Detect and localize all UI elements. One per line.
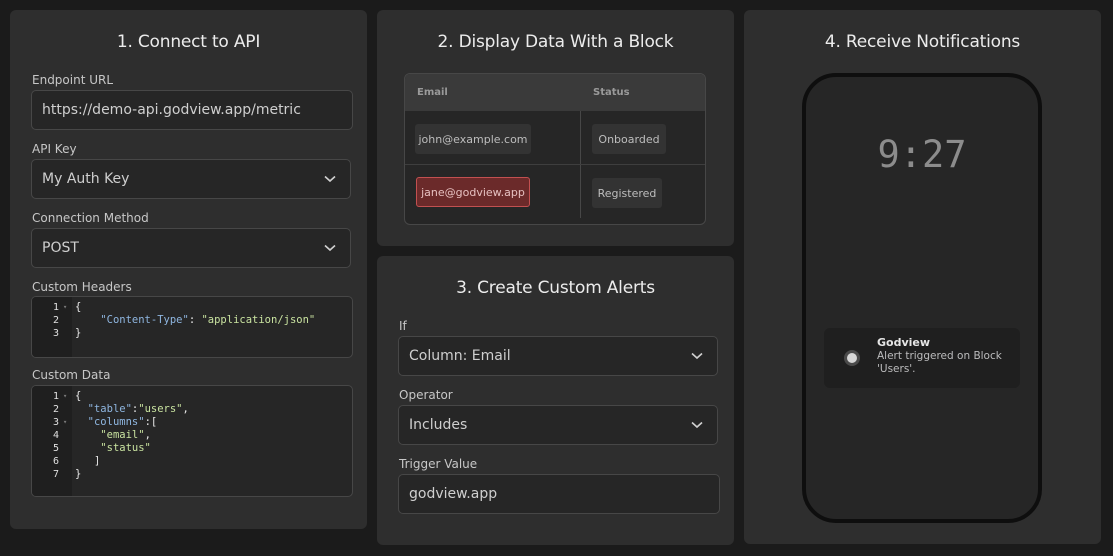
json-key: "table" bbox=[87, 403, 132, 415]
json-string: "status" bbox=[100, 442, 151, 454]
table-cell-status[interactable]: Registered bbox=[592, 178, 662, 208]
custom-data-editor[interactable]: 1 ▾{2 "table":"users", 3 ▾ "columns":[4 "em… bbox=[31, 385, 353, 497]
row-divider bbox=[405, 164, 705, 165]
if-label: If bbox=[399, 319, 407, 333]
notification-card[interactable]: Godview Alert triggered on Block 'Users'… bbox=[824, 328, 1020, 388]
line-number: 6 bbox=[52, 456, 59, 467]
code-line: 3 ▾ "columns":[ bbox=[32, 416, 352, 429]
operator-label: Operator bbox=[399, 388, 453, 402]
line-number: 7 bbox=[52, 469, 59, 480]
phone-mockup: 9:27 bbox=[802, 73, 1042, 523]
fold-arrow-icon[interactable]: ▾ bbox=[63, 416, 67, 429]
line-number: 3 bbox=[52, 417, 59, 428]
custom-headers-editor[interactable]: 1 ▾{2 "Content-Type": "application/json" 3… bbox=[31, 296, 353, 358]
panel-title: 1. Connect to API bbox=[116, 32, 261, 52]
data-table: Email Status john@example.com Onboarded … bbox=[404, 73, 706, 225]
code-text: { bbox=[75, 390, 82, 402]
code-text: "email", bbox=[100, 429, 151, 441]
code-text: { bbox=[75, 301, 82, 313]
code-line: 2 "Content-Type": "application/json" bbox=[32, 314, 352, 327]
json-key: "columns" bbox=[87, 416, 145, 428]
line-number: 1 bbox=[52, 302, 59, 313]
line-number: 3 bbox=[52, 328, 59, 339]
code-text: "table":"users", bbox=[87, 403, 189, 415]
code-line: 2 "table":"users", bbox=[32, 403, 352, 416]
chevron-down-icon bbox=[677, 405, 717, 445]
code-line: 4 "email", bbox=[32, 429, 352, 442]
code-text: ] bbox=[75, 455, 101, 467]
trigger-value-label: Trigger Value bbox=[399, 457, 478, 471]
operator-value: Includes bbox=[409, 417, 468, 433]
panel-title: 3. Create Custom Alerts bbox=[456, 278, 655, 298]
code-line: 1 ▾ { bbox=[32, 390, 352, 403]
table-cell-email[interactable]: john@example.com bbox=[415, 124, 531, 154]
json-string: "application/json" bbox=[201, 314, 316, 326]
code-line: 6 ] bbox=[32, 455, 352, 468]
trigger-value-text: godview.app bbox=[409, 486, 498, 502]
custom-data-label: Custom Data bbox=[32, 368, 111, 382]
code-line: 5 "status" bbox=[32, 442, 352, 455]
api-key-label: API Key bbox=[32, 142, 77, 156]
line-number: 1 bbox=[52, 391, 59, 402]
json-string: "users" bbox=[138, 403, 183, 415]
connection-method-label: Connection Method bbox=[32, 211, 149, 225]
table-cell-email-highlighted[interactable]: jane@godview.app bbox=[416, 177, 530, 207]
line-number: 2 bbox=[52, 404, 59, 415]
panel-title: 2. Display Data With a Block bbox=[437, 32, 674, 52]
column-header-status: Status bbox=[581, 74, 705, 111]
code-line: 1 ▾ { bbox=[32, 301, 352, 314]
code-line: 3} bbox=[32, 327, 352, 340]
code-text: "status" bbox=[75, 442, 151, 455]
trigger-value-input[interactable]: godview.app bbox=[398, 474, 720, 514]
line-number: 4 bbox=[52, 430, 59, 441]
json-string: "email" bbox=[100, 429, 145, 441]
connection-method-value: POST bbox=[42, 240, 79, 256]
if-column-select[interactable]: Column: Email bbox=[398, 336, 718, 376]
custom-alerts-panel: 3. Create Custom Alerts If Column: Email… bbox=[377, 256, 734, 545]
chevron-down-icon bbox=[310, 228, 350, 268]
connection-method-select[interactable]: POST bbox=[31, 228, 351, 268]
panel-title: 4. Receive Notifications bbox=[824, 32, 1021, 52]
code-text: "columns":[ bbox=[87, 416, 158, 428]
code-text: } bbox=[75, 468, 82, 480]
chevron-down-icon bbox=[310, 159, 350, 199]
code-line: 7} bbox=[32, 468, 352, 481]
fold-arrow-icon[interactable]: ▾ bbox=[63, 301, 67, 314]
line-number: 5 bbox=[52, 443, 59, 454]
fold-arrow-icon[interactable]: ▾ bbox=[63, 390, 67, 403]
display-block-panel: 2. Display Data With a Block Email Statu… bbox=[377, 10, 734, 246]
code-text: "Content-Type": "application/json" bbox=[100, 314, 316, 326]
api-key-value: My Auth Key bbox=[42, 171, 130, 187]
api-key-select[interactable]: My Auth Key bbox=[31, 159, 351, 199]
chevron-down-icon bbox=[677, 336, 717, 376]
json-key: "Content-Type" bbox=[100, 314, 189, 326]
endpoint-url-input[interactable]: https://demo-api.godview.app/metric bbox=[31, 90, 353, 130]
custom-headers-label: Custom Headers bbox=[32, 280, 132, 294]
code-text: } bbox=[75, 327, 82, 339]
endpoint-url-label: Endpoint URL bbox=[32, 73, 114, 87]
line-number: 2 bbox=[52, 315, 59, 326]
connect-api-panel: 1. Connect to API Endpoint URL https://d… bbox=[10, 10, 367, 529]
endpoint-url-value: https://demo-api.godview.app/metric bbox=[42, 102, 301, 118]
app-dot-icon bbox=[844, 350, 860, 366]
notification-message: Alert triggered on Block 'Users'. bbox=[877, 350, 1002, 375]
table-cell-status[interactable]: Onboarded bbox=[592, 124, 666, 154]
column-header-email: Email bbox=[405, 74, 581, 111]
operator-select[interactable]: Includes bbox=[398, 405, 718, 445]
if-column-value: Column: Email bbox=[409, 348, 511, 364]
lock-screen-clock: 9:27 bbox=[877, 133, 967, 176]
notification-app-name: Godview bbox=[877, 336, 931, 349]
